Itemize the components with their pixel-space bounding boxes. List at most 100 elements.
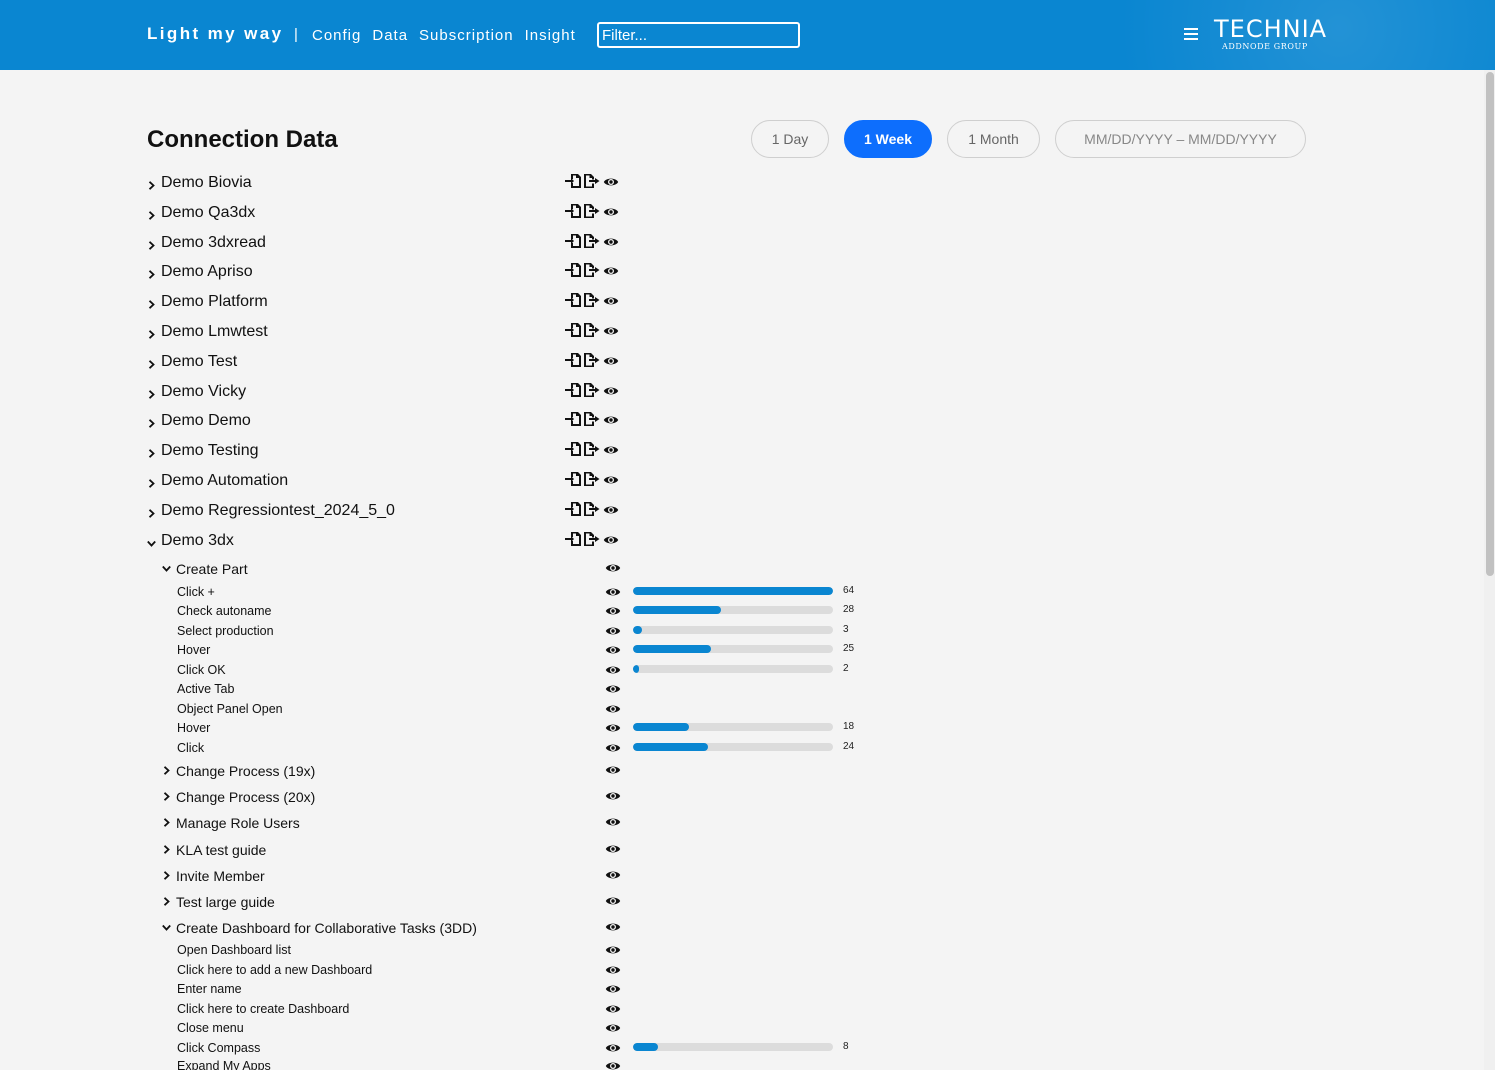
eye-icon[interactable]: [605, 963, 621, 975]
import-icon[interactable]: [565, 442, 581, 456]
chevron-down-icon[interactable]: [147, 539, 156, 548]
export-icon[interactable]: [584, 532, 600, 546]
row-label: Demo Lmwtest: [161, 322, 268, 340]
export-icon[interactable]: [584, 234, 600, 248]
chevron-right-icon[interactable]: [147, 300, 156, 309]
eye-icon[interactable]: [605, 741, 621, 753]
export-icon[interactable]: [584, 174, 600, 188]
eye-icon[interactable]: [605, 763, 621, 775]
eye-icon[interactable]: [603, 383, 619, 397]
range-1-week-button[interactable]: 1 Week: [844, 120, 932, 158]
eye-icon[interactable]: [605, 702, 621, 714]
import-icon[interactable]: [565, 412, 581, 426]
chevron-right-icon[interactable]: [147, 449, 156, 458]
chevron-right-icon[interactable]: [162, 897, 171, 906]
export-icon[interactable]: [584, 442, 600, 456]
nav-insight[interactable]: Insight: [525, 27, 576, 44]
eye-icon[interactable]: [605, 682, 621, 694]
export-icon[interactable]: [584, 204, 600, 218]
range-1-month-button[interactable]: 1 Month: [947, 120, 1040, 158]
chevron-down-icon[interactable]: [162, 923, 171, 932]
import-icon[interactable]: [565, 234, 581, 248]
eye-icon[interactable]: [603, 174, 619, 188]
eye-icon[interactable]: [605, 643, 621, 655]
chevron-right-icon[interactable]: [147, 270, 156, 279]
chevron-right-icon[interactable]: [147, 330, 156, 339]
nav-data[interactable]: Data: [372, 27, 408, 44]
export-icon[interactable]: [584, 502, 600, 516]
eye-icon[interactable]: [605, 1002, 621, 1014]
eye-icon[interactable]: [605, 920, 621, 932]
eye-icon[interactable]: [605, 1041, 621, 1053]
range-1-day-button[interactable]: 1 Day: [751, 120, 829, 158]
app-brand[interactable]: Light my way: [147, 24, 284, 44]
eye-icon[interactable]: [605, 868, 621, 880]
eye-icon[interactable]: [603, 442, 619, 456]
import-icon[interactable]: [565, 174, 581, 188]
export-icon[interactable]: [584, 263, 600, 277]
row-label: Demo Qa3dx: [161, 203, 256, 221]
eye-icon[interactable]: [605, 842, 621, 854]
scrollbar-thumb[interactable]: [1486, 72, 1494, 576]
import-icon[interactable]: [565, 532, 581, 546]
eye-icon[interactable]: [605, 943, 621, 955]
eye-icon[interactable]: [605, 815, 621, 827]
eye-icon[interactable]: [603, 353, 619, 367]
chevron-right-icon[interactable]: [162, 871, 171, 880]
eye-icon[interactable]: [605, 624, 621, 636]
export-icon[interactable]: [584, 353, 600, 367]
import-icon[interactable]: [565, 293, 581, 307]
eye-icon[interactable]: [603, 472, 619, 486]
nav-subscription[interactable]: Subscription: [419, 27, 514, 44]
import-icon[interactable]: [565, 204, 581, 218]
eye-icon[interactable]: [605, 894, 621, 906]
chevron-right-icon[interactable]: [162, 792, 171, 801]
chevron-right-icon[interactable]: [147, 360, 156, 369]
chevron-right-icon[interactable]: [162, 845, 171, 854]
import-icon[interactable]: [565, 383, 581, 397]
eye-icon[interactable]: [603, 204, 619, 218]
chevron-right-icon[interactable]: [147, 390, 156, 399]
export-icon[interactable]: [584, 472, 600, 486]
eye-icon[interactable]: [605, 1059, 621, 1070]
chevron-down-icon[interactable]: [162, 564, 171, 573]
eye-icon[interactable]: [605, 721, 621, 733]
eye-icon[interactable]: [603, 532, 619, 546]
eye-icon[interactable]: [603, 293, 619, 307]
eye-icon[interactable]: [603, 234, 619, 248]
export-icon[interactable]: [584, 293, 600, 307]
eye-icon[interactable]: [605, 1021, 621, 1033]
import-icon[interactable]: [565, 502, 581, 516]
eye-icon[interactable]: [603, 502, 619, 516]
eye-icon[interactable]: [605, 663, 621, 675]
import-icon[interactable]: [565, 323, 581, 337]
eye-icon[interactable]: [603, 412, 619, 426]
import-icon[interactable]: [565, 353, 581, 367]
chevron-right-icon[interactable]: [162, 818, 171, 827]
eye-icon[interactable]: [603, 263, 619, 277]
eye-icon[interactable]: [605, 585, 621, 597]
nav-config[interactable]: Config: [312, 27, 361, 44]
eye-icon[interactable]: [605, 561, 621, 573]
export-icon[interactable]: [584, 323, 600, 337]
chevron-right-icon[interactable]: [147, 211, 156, 220]
page-title: Connection Data: [147, 126, 338, 153]
row-label: Change Process (19x): [176, 762, 316, 779]
chevron-right-icon[interactable]: [147, 241, 156, 250]
eye-icon[interactable]: [605, 604, 621, 616]
chevron-right-icon[interactable]: [147, 509, 156, 518]
export-icon[interactable]: [584, 412, 600, 426]
import-icon[interactable]: [565, 472, 581, 486]
chevron-right-icon[interactable]: [147, 479, 156, 488]
chevron-right-icon[interactable]: [147, 419, 156, 428]
eye-icon[interactable]: [605, 982, 621, 994]
menu-icon[interactable]: [1184, 28, 1198, 40]
date-range-input[interactable]: MM/DD/YYYY – MM/DD/YYYY: [1055, 120, 1306, 158]
export-icon[interactable]: [584, 383, 600, 397]
chevron-right-icon[interactable]: [147, 181, 156, 190]
import-icon[interactable]: [565, 263, 581, 277]
eye-icon[interactable]: [605, 789, 621, 801]
eye-icon[interactable]: [603, 323, 619, 337]
chevron-right-icon[interactable]: [162, 766, 171, 775]
filter-input[interactable]: [597, 22, 800, 48]
